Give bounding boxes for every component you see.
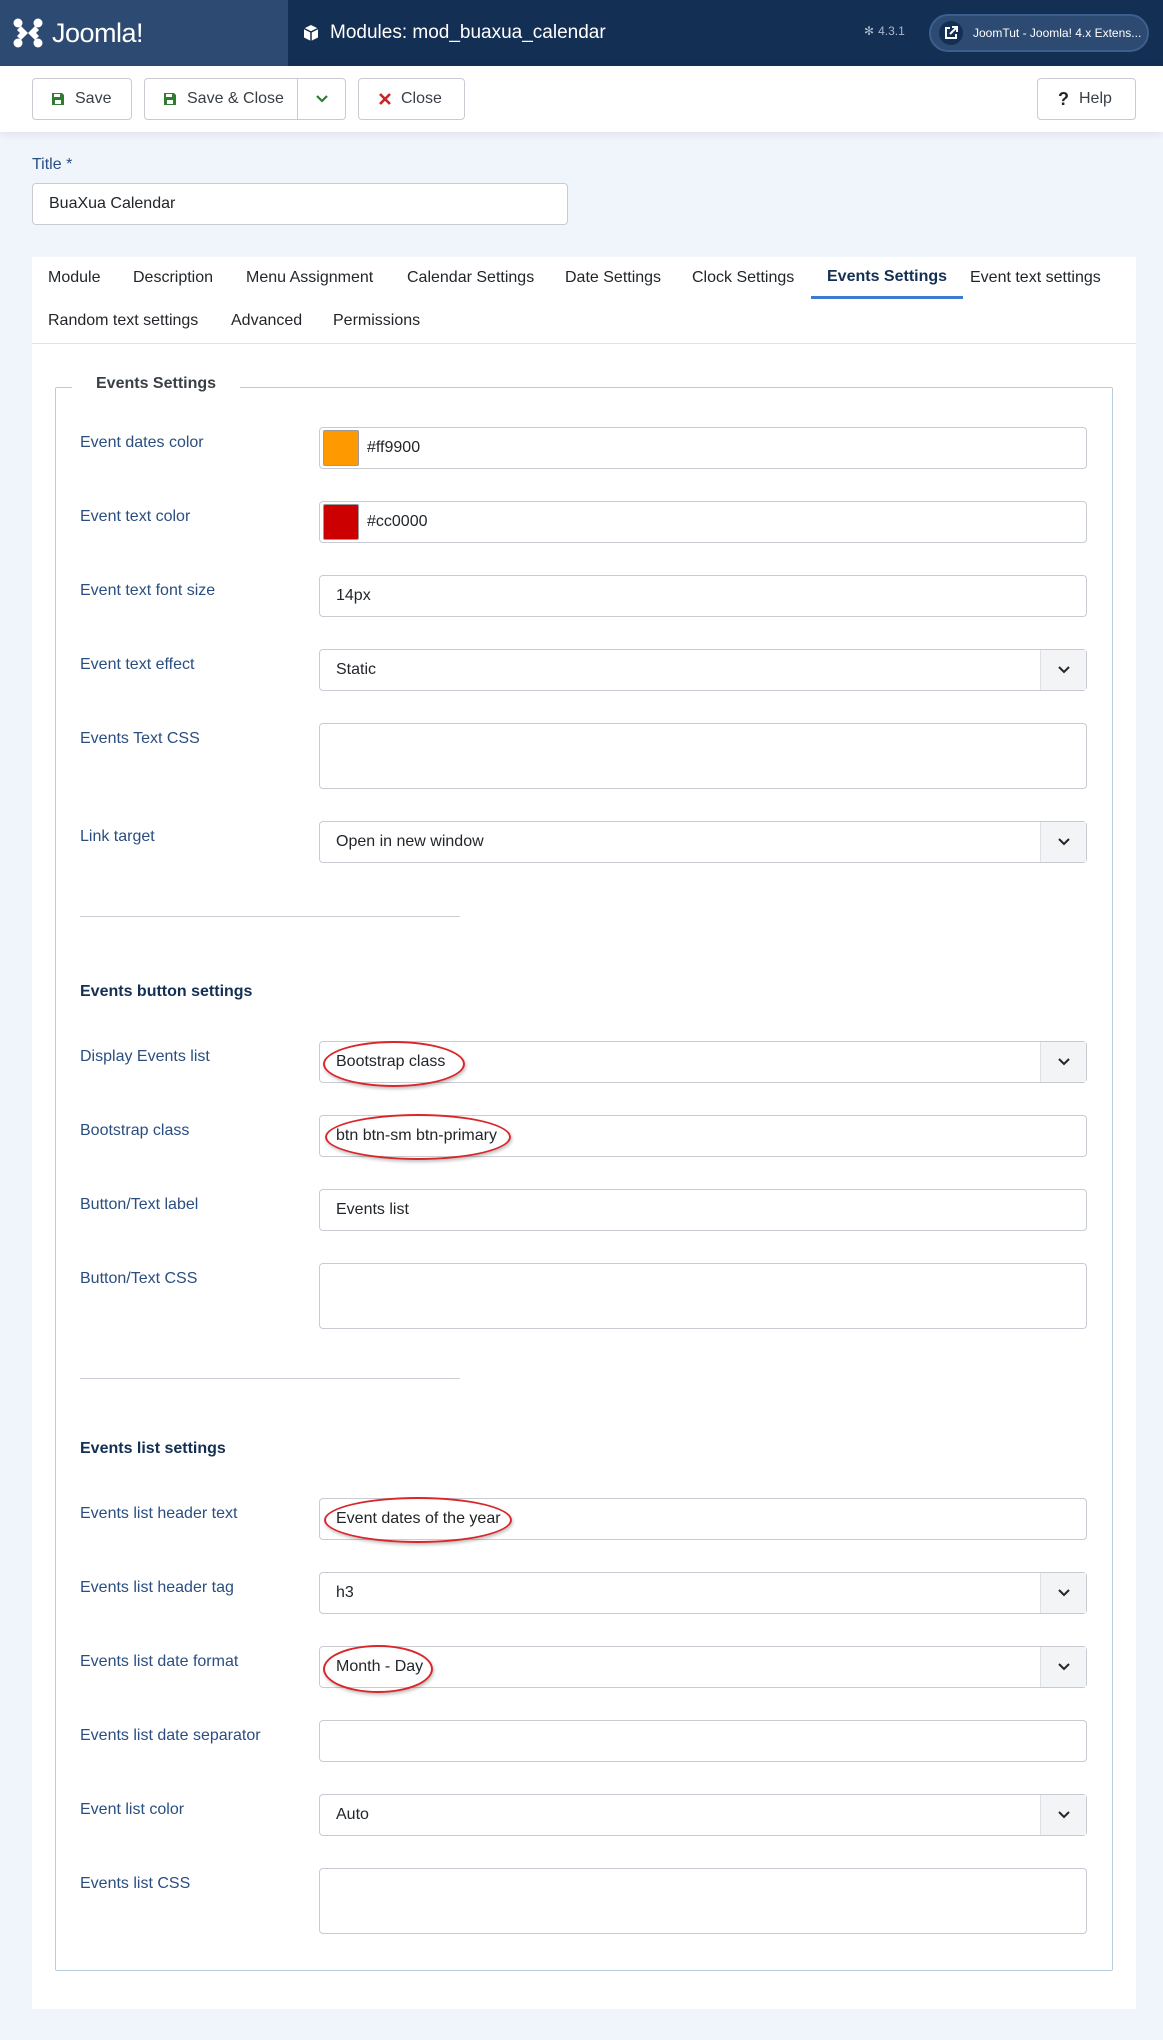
events-list-date-format-label: Events list date format: [80, 1653, 239, 1670]
joomla-logo-icon: [13, 18, 43, 48]
color-swatch[interactable]: [323, 504, 359, 540]
event-text-effect-value: Static: [336, 661, 377, 678]
events-list-date-format-value: Month - Day: [336, 1658, 424, 1675]
site-link-button[interactable]: JoomTut - Joomla! 4.x Extens...: [929, 14, 1149, 52]
tab-menu-assignment[interactable]: Menu Assignment: [230, 257, 389, 299]
tab-divider: [32, 343, 1136, 344]
page-title: Modules: mod_buaxua_calendar: [302, 0, 606, 66]
event-text-effect-label: Event text effect: [80, 656, 195, 673]
close-button[interactable]: Close: [358, 78, 465, 120]
version-badge: ✻ 4.3.1: [864, 24, 905, 38]
joomla-logo[interactable]: Joomla!: [0, 0, 288, 66]
events-list-header-tag-select[interactable]: h3: [319, 1572, 1087, 1614]
event-dates-color-label: Event dates color: [80, 434, 204, 451]
chevron-down-icon: [1040, 1795, 1086, 1835]
close-label: Close: [401, 90, 442, 107]
button-text-css-textarea[interactable]: [319, 1263, 1087, 1329]
version-text: 4.3.1: [878, 24, 905, 38]
events-button-settings-heading: Events button settings: [80, 983, 253, 1000]
event-text-color-label: Event text color: [80, 508, 191, 525]
events-list-header-text-label: Events list header text: [80, 1505, 238, 1522]
events-list-header-tag-value: h3: [336, 1584, 354, 1601]
help-button[interactable]: ? Help: [1037, 78, 1136, 120]
toolbar: Save Save & Close Close ? Help: [0, 66, 1163, 132]
event-text-effect-select[interactable]: Static: [319, 649, 1087, 691]
save-options-dropdown-button[interactable]: [297, 78, 346, 120]
event-dates-color-field[interactable]: #ff9900: [319, 427, 1087, 469]
event-list-color-label: Event list color: [80, 1801, 185, 1818]
chevron-down-icon: [1040, 1647, 1086, 1687]
cube-icon: [302, 24, 320, 42]
tab-events-settings[interactable]: Events Settings: [811, 257, 964, 299]
save-button[interactable]: Save: [32, 78, 132, 120]
link-target-select[interactable]: Open in new window: [319, 821, 1087, 863]
page-title-text: Modules: mod_buaxua_calendar: [330, 22, 606, 43]
button-text-label-input[interactable]: Events list: [319, 1189, 1087, 1231]
tab-description[interactable]: Description: [117, 257, 229, 299]
event-text-color-value: #cc0000: [367, 513, 428, 530]
help-label: Help: [1079, 90, 1112, 107]
tab-module[interactable]: Module: [32, 257, 116, 299]
save-icon: [163, 92, 177, 106]
events-list-css-textarea[interactable]: [319, 1868, 1087, 1934]
question-icon: ?: [1058, 88, 1069, 109]
chevron-down-icon: [1040, 650, 1086, 690]
chevron-down-icon: [315, 95, 328, 103]
title-input[interactable]: BuaXua Calendar: [32, 183, 568, 225]
chevron-down-icon: [1040, 1573, 1086, 1613]
events-text-css-textarea[interactable]: [319, 723, 1087, 789]
events-list-header-tag-label: Events list header tag: [80, 1579, 234, 1596]
module-edit-card: Module Description Menu Assignment Calen…: [32, 257, 1136, 2009]
events-text-css-label: Events Text CSS: [80, 730, 200, 747]
tab-advanced[interactable]: Advanced: [215, 300, 318, 342]
event-text-color-field[interactable]: #cc0000: [319, 501, 1087, 543]
save-close-button[interactable]: Save & Close: [144, 78, 298, 120]
event-list-color-select[interactable]: Auto: [319, 1794, 1087, 1836]
close-icon: [379, 93, 391, 105]
bootstrap-class-input[interactable]: btn btn-sm btn-primary: [319, 1115, 1087, 1157]
display-events-list-select[interactable]: Bootstrap class: [319, 1041, 1087, 1083]
link-target-value: Open in new window: [336, 833, 484, 850]
button-text-label-label: Button/Text label: [80, 1196, 199, 1213]
event-dates-color-value: #ff9900: [367, 439, 421, 456]
events-list-date-format-select[interactable]: Month - Day: [319, 1646, 1087, 1688]
display-events-list-label: Display Events list: [80, 1048, 210, 1065]
site-link-text: JoomTut - Joomla! 4.x Extens...: [973, 26, 1142, 40]
button-text-css-label: Button/Text CSS: [80, 1270, 198, 1287]
event-text-font-size-input[interactable]: 14px: [319, 575, 1087, 617]
save-label: Save: [75, 90, 112, 107]
tab-calendar-settings[interactable]: Calendar Settings: [391, 257, 550, 299]
display-events-list-value: Bootstrap class: [336, 1053, 446, 1070]
events-list-date-separator-input[interactable]: [319, 1720, 1087, 1762]
tab-date-settings[interactable]: Date Settings: [549, 257, 677, 299]
event-text-font-size-label: Event text font size: [80, 582, 216, 599]
save-icon: [51, 92, 65, 106]
bootstrap-class-label: Bootstrap class: [80, 1122, 190, 1139]
chevron-down-icon: [1040, 822, 1086, 862]
top-header: Joomla! Modules: mod_buaxua_calendar ✻ 4…: [0, 0, 1163, 66]
events-list-date-separator-label: Events list date separator: [80, 1727, 261, 1744]
fieldset-legend: Events Settings: [72, 375, 241, 393]
tab-event-text-settings[interactable]: Event text settings: [954, 257, 1117, 299]
events-list-settings-heading: Events list settings: [80, 1440, 226, 1457]
events-list-header-text-input[interactable]: Event dates of the year: [319, 1498, 1087, 1540]
section-divider: [80, 916, 460, 917]
event-list-color-value: Auto: [336, 1806, 369, 1823]
save-close-label: Save & Close: [187, 90, 284, 107]
brand-name: Joomla!: [52, 17, 144, 48]
chevron-down-icon: [1040, 1042, 1086, 1082]
joomla-mini-icon: ✻: [864, 24, 875, 38]
tab-clock-settings[interactable]: Clock Settings: [676, 257, 810, 299]
section-divider: [80, 1378, 460, 1379]
color-swatch[interactable]: [323, 430, 359, 466]
link-target-label: Link target: [80, 828, 155, 845]
title-label: Title *: [32, 156, 73, 173]
external-link-icon: [939, 21, 963, 45]
events-list-css-label: Events list CSS: [80, 1875, 191, 1892]
tab-permissions[interactable]: Permissions: [317, 300, 436, 342]
tab-random-text-settings[interactable]: Random text settings: [32, 300, 214, 342]
